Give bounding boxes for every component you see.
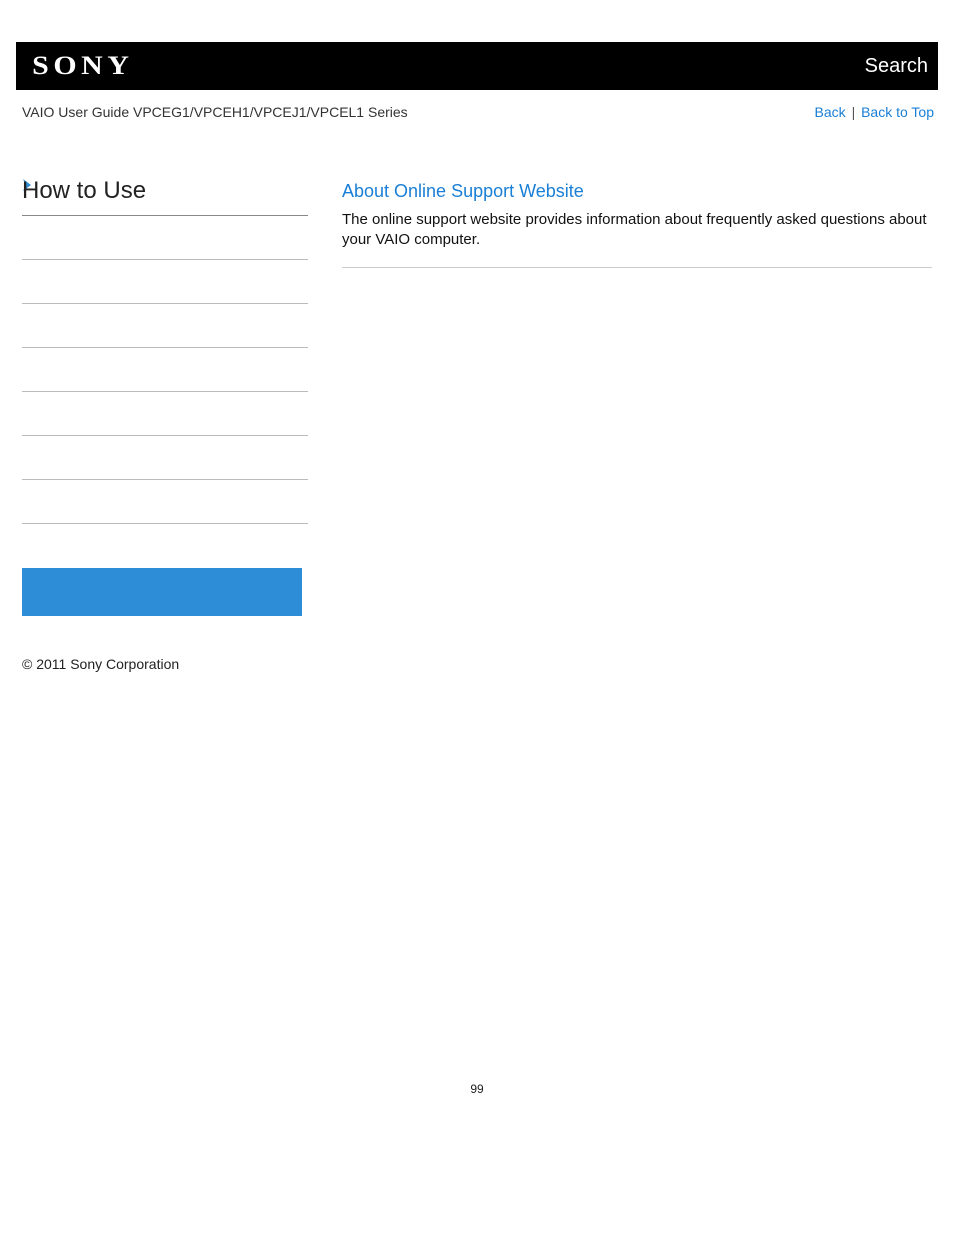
nav-links: Back | Back to Top xyxy=(815,104,934,120)
article-heading[interactable]: About Online Support Website xyxy=(342,181,932,202)
sidebar-item[interactable] xyxy=(22,348,308,392)
top-bar: SONY Search xyxy=(16,42,938,90)
sidebar-item[interactable] xyxy=(22,392,308,436)
sidebar-item[interactable] xyxy=(22,436,308,480)
back-link[interactable]: Back xyxy=(815,104,846,120)
search-link[interactable]: Search xyxy=(865,55,928,78)
sidebar-item[interactable] xyxy=(22,480,308,524)
sidebar-item[interactable] xyxy=(22,260,308,304)
sidebar-item[interactable] xyxy=(22,216,308,260)
sidebar-list xyxy=(22,216,308,524)
search-label: Search xyxy=(865,55,928,77)
sony-logo: SONY xyxy=(16,42,150,90)
separator: | xyxy=(850,104,862,120)
main-content: About Online Support Website The online … xyxy=(332,177,932,268)
footer: © 2011 Sony Corporation xyxy=(16,616,938,672)
copyright-text: © 2011 Sony Corporation xyxy=(22,656,179,672)
sub-bar: VAIO User Guide VPCEG1/VPCEH1/VPCEJ1/VPC… xyxy=(16,90,938,120)
content-layout: How to Use About Online Support Website … xyxy=(16,177,938,616)
sidebar: How to Use xyxy=(22,177,332,616)
logo-text: SONY xyxy=(32,51,133,81)
page-number: 99 xyxy=(0,1082,954,1126)
sidebar-title: How to Use xyxy=(22,177,308,216)
breadcrumb: VAIO User Guide VPCEG1/VPCEH1/VPCEJ1/VPC… xyxy=(22,104,408,120)
sidebar-item[interactable] xyxy=(22,304,308,348)
back-to-top-link[interactable]: Back to Top xyxy=(861,104,934,120)
sidebar-highlight[interactable] xyxy=(22,568,302,616)
article-body: The online support website provides info… xyxy=(342,210,932,268)
